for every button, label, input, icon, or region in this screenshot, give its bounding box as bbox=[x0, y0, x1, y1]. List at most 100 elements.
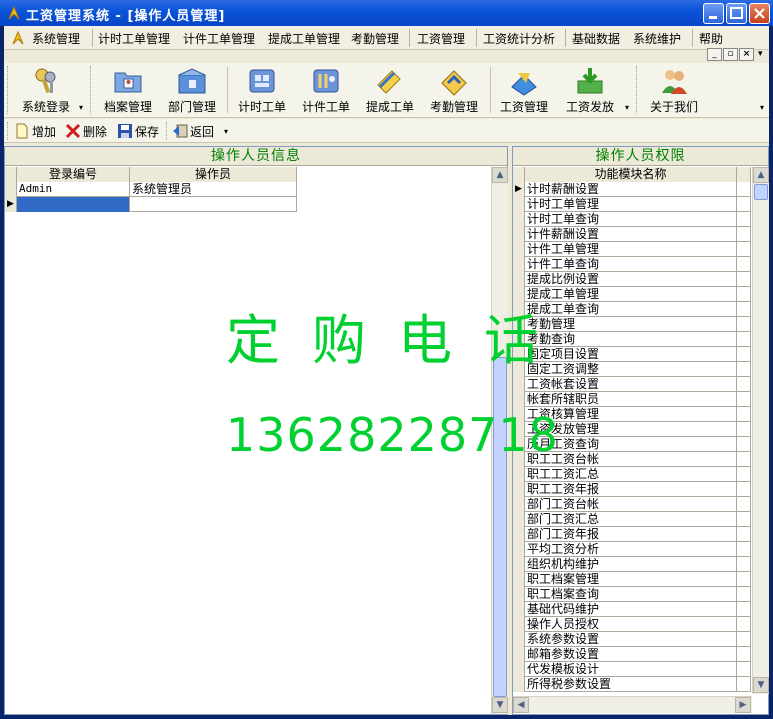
module-name-cell[interactable]: 计件工单管理 bbox=[525, 242, 737, 257]
module-name-cell[interactable]: 平均工资分析 bbox=[525, 542, 737, 557]
menu-help[interactable]: 帮助 bbox=[699, 30, 723, 47]
permission-check-cell[interactable] bbox=[737, 272, 751, 287]
menu-maintenance[interactable]: 系统维护 bbox=[633, 30, 681, 47]
scroll-thumb[interactable] bbox=[493, 357, 507, 697]
module-name-cell[interactable]: 工资帐套设置 bbox=[525, 377, 737, 392]
permission-row[interactable]: 部门工资年报 bbox=[513, 527, 751, 542]
scroll-up-icon[interactable]: ▲ bbox=[753, 167, 769, 183]
permission-check-cell[interactable] bbox=[737, 317, 751, 332]
module-name-cell[interactable]: 职工档案管理 bbox=[525, 572, 737, 587]
permission-row[interactable]: 代发模板设计 bbox=[513, 662, 751, 677]
menu-base-data[interactable]: 基础数据 bbox=[572, 30, 620, 47]
permission-check-cell[interactable] bbox=[737, 197, 751, 212]
module-name-cell[interactable]: 部门工资年报 bbox=[525, 527, 737, 542]
save-button[interactable]: 保存 bbox=[117, 122, 159, 140]
right-vertical-scrollbar[interactable]: ▲ ▼ bbox=[752, 167, 769, 694]
permission-row[interactable]: 考勤查询 bbox=[513, 332, 751, 347]
module-name-cell[interactable]: 考勤查询 bbox=[525, 332, 737, 347]
module-name-cell[interactable]: 历月工资查询 bbox=[525, 437, 737, 452]
permission-check-cell[interactable] bbox=[737, 407, 751, 422]
permission-check-cell[interactable] bbox=[737, 542, 751, 557]
permission-row[interactable]: 平均工资分析 bbox=[513, 542, 751, 557]
salary-button[interactable]: 工资管理 bbox=[496, 65, 552, 115]
column-header-module-name[interactable]: 功能模块名称 bbox=[525, 167, 737, 182]
permission-row[interactable]: 提成工单管理 bbox=[513, 287, 751, 302]
scroll-thumb[interactable] bbox=[754, 184, 768, 200]
permission-check-cell[interactable] bbox=[737, 482, 751, 497]
permission-check-cell[interactable] bbox=[737, 242, 751, 257]
table-row[interactable]: Admin 系统管理员 bbox=[5, 182, 297, 197]
toolbar-end-dropdown-icon[interactable]: ▾ bbox=[760, 103, 764, 112]
module-name-cell[interactable]: 所得税参数设置 bbox=[525, 677, 737, 692]
back-button[interactable]: 返回 bbox=[172, 122, 214, 140]
piecework-button[interactable]: 计件工单 bbox=[298, 65, 354, 115]
mdi-chevron-icon[interactable]: ▾ bbox=[758, 49, 763, 59]
payout-dropdown-icon[interactable]: ▾ bbox=[625, 103, 629, 112]
module-name-cell[interactable]: 部门工资汇总 bbox=[525, 512, 737, 527]
module-name-cell[interactable]: 考勤管理 bbox=[525, 317, 737, 332]
permission-row[interactable]: 计件工单查询 bbox=[513, 257, 751, 272]
module-name-cell[interactable]: 操作人员授权 bbox=[525, 617, 737, 632]
menu-commission[interactable]: 提成工单管理 bbox=[268, 30, 340, 47]
module-name-cell[interactable]: 提成工单管理 bbox=[525, 287, 737, 302]
scroll-down-icon[interactable]: ▼ bbox=[753, 677, 769, 693]
permission-row[interactable]: 提成比例设置 bbox=[513, 272, 751, 287]
title-bar[interactable]: 工资管理系统 - [操作人员管理] bbox=[0, 0, 773, 26]
mdi-minimize-button[interactable]: _ bbox=[707, 48, 722, 61]
permission-check-cell[interactable] bbox=[737, 677, 751, 692]
module-name-cell[interactable]: 帐套所辖职员 bbox=[525, 392, 737, 407]
permission-row[interactable]: 工资发放管理 bbox=[513, 422, 751, 437]
permission-row[interactable]: 部门工资台帐 bbox=[513, 497, 751, 512]
module-name-cell[interactable]: 计时工单查询 bbox=[525, 212, 737, 227]
column-header-login-id[interactable]: 登录编号 bbox=[17, 167, 130, 182]
permission-check-cell[interactable] bbox=[737, 332, 751, 347]
module-name-cell[interactable]: 计件薪酬设置 bbox=[525, 227, 737, 242]
module-name-cell[interactable]: 工资核算管理 bbox=[525, 407, 737, 422]
permission-check-cell[interactable] bbox=[737, 437, 751, 452]
menu-timesheet[interactable]: 计时工单管理 bbox=[98, 30, 170, 47]
app-menu-icon[interactable] bbox=[10, 30, 26, 46]
permission-check-cell[interactable] bbox=[737, 632, 751, 647]
permission-check-cell[interactable] bbox=[737, 467, 751, 482]
permission-row[interactable]: 考勤管理 bbox=[513, 317, 751, 332]
permission-check-cell[interactable] bbox=[737, 392, 751, 407]
permission-check-cell[interactable] bbox=[737, 422, 751, 437]
module-name-cell[interactable]: 邮箱参数设置 bbox=[525, 647, 737, 662]
permission-check-cell[interactable] bbox=[737, 302, 751, 317]
payout-button[interactable]: 工资发放 bbox=[560, 65, 620, 115]
column-header-operator[interactable]: 操作员 bbox=[130, 167, 297, 182]
permission-check-cell[interactable] bbox=[737, 512, 751, 527]
permission-check-cell[interactable] bbox=[737, 377, 751, 392]
menu-system-admin[interactable]: 系统管理 bbox=[32, 30, 80, 47]
permission-row[interactable]: 帐套所辖职员 bbox=[513, 392, 751, 407]
module-name-cell[interactable]: 职工工资台帐 bbox=[525, 452, 737, 467]
permission-check-cell[interactable] bbox=[737, 212, 751, 227]
permission-row[interactable]: 部门工资汇总 bbox=[513, 512, 751, 527]
left-vertical-scrollbar[interactable]: ▲ ▼ bbox=[491, 167, 508, 714]
permission-check-cell[interactable] bbox=[737, 452, 751, 467]
attendance-button[interactable]: 考勤管理 bbox=[426, 65, 482, 115]
permission-check-cell[interactable] bbox=[737, 227, 751, 242]
permission-row[interactable]: 操作人员授权 bbox=[513, 617, 751, 632]
permission-row[interactable]: 计时工单查询 bbox=[513, 212, 751, 227]
permission-row[interactable]: 计时工单管理 bbox=[513, 197, 751, 212]
timesheet-button[interactable]: 计时工单 bbox=[234, 65, 290, 115]
permission-check-cell[interactable] bbox=[737, 557, 751, 572]
login-dropdown-icon[interactable]: ▾ bbox=[79, 103, 83, 112]
permission-check-cell[interactable] bbox=[737, 347, 751, 362]
module-name-cell[interactable]: 系统参数设置 bbox=[525, 632, 737, 647]
permission-row[interactable]: 历月工资查询 bbox=[513, 437, 751, 452]
selected-cell[interactable] bbox=[17, 197, 130, 212]
permission-row[interactable]: 组织机构维护 bbox=[513, 557, 751, 572]
permission-check-cell[interactable] bbox=[737, 287, 751, 302]
permission-check-cell[interactable] bbox=[737, 617, 751, 632]
maximize-button[interactable] bbox=[726, 3, 747, 24]
permission-row[interactable]: 职工档案查询 bbox=[513, 587, 751, 602]
mdi-restore-button[interactable]: ▫ bbox=[723, 48, 738, 61]
module-name-cell[interactable]: 固定项目设置 bbox=[525, 347, 737, 362]
module-name-cell[interactable]: 职工工资汇总 bbox=[525, 467, 737, 482]
close-button[interactable] bbox=[749, 3, 770, 24]
permission-row[interactable]: 职工工资台帐 bbox=[513, 452, 751, 467]
permission-row[interactable]: 工资帐套设置 bbox=[513, 377, 751, 392]
permission-row[interactable]: 计件薪酬设置 bbox=[513, 227, 751, 242]
